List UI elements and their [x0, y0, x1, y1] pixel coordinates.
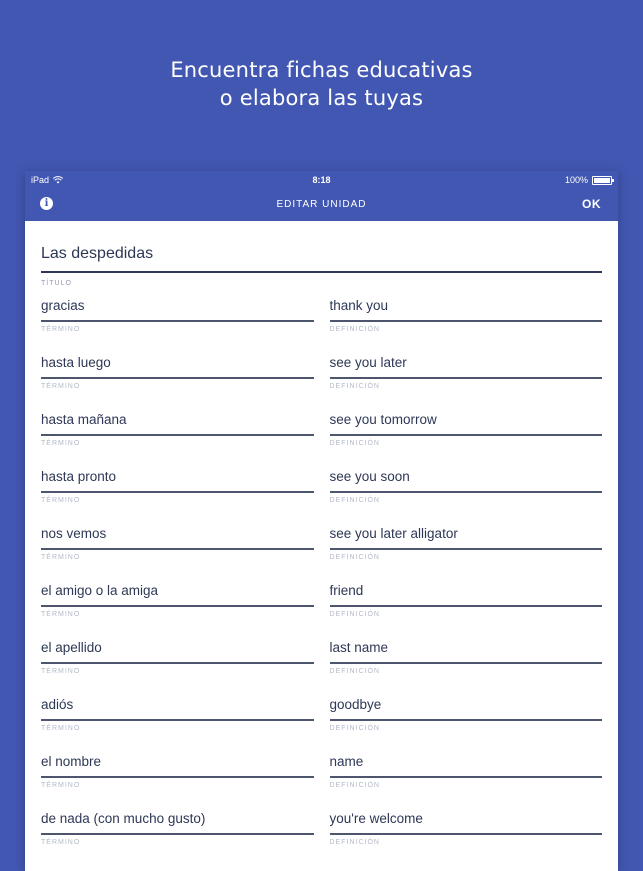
card-row: el apellido TÉRMINO last name DEFINICIÓN: [41, 634, 602, 691]
headline-line-1: Encuentra fichas educativas: [170, 58, 473, 82]
card-row: el nombre TÉRMINO name DEFINICIÓN: [41, 748, 602, 805]
definition-input[interactable]: see you later alligator: [329, 520, 602, 550]
definition-column: see you soon DEFINICIÓN: [329, 463, 602, 520]
definition-column: goodbye DEFINICIÓN: [329, 691, 602, 748]
definition-input[interactable]: goodbye: [329, 691, 602, 721]
term-label: TÉRMINO: [41, 725, 81, 732]
card-row: de nada (con mucho gusto) TÉRMINO you're w…: [41, 805, 602, 862]
definition-column: see you later DEFINICIÓN: [329, 349, 602, 406]
status-time: 8:18: [312, 175, 331, 185]
battery-percent: 100%: [564, 175, 588, 185]
definition-input[interactable]: last name: [329, 634, 602, 664]
term-input[interactable]: hasta mañana: [41, 406, 314, 436]
term-input[interactable]: gracias: [41, 292, 314, 322]
card-row: gracias TÉRMINO thank you DEFINICIÓN: [41, 292, 602, 349]
set-title-input[interactable]: Las despedidas: [41, 243, 602, 273]
term-label: TÉRMINO: [41, 611, 81, 618]
term-input[interactable]: el apellido: [41, 634, 314, 664]
definition-column: friend DEFINICIÓN: [329, 577, 602, 634]
term-column: hasta pronto TÉRMINO: [41, 463, 314, 520]
card-row: hasta pronto TÉRMINO see you soon DEFINICIÓ…: [41, 463, 602, 520]
definition-column: name DEFINICIÓN: [329, 748, 602, 805]
definition-input[interactable]: see you later: [329, 349, 602, 379]
term-column: el nombre TÉRMINO: [41, 748, 314, 805]
card-row: hasta luego TÉRMINO see you later DEFINICIÓ…: [41, 349, 602, 406]
term-label: TÉRMINO: [41, 839, 81, 846]
term-label: TÉRMINO: [41, 326, 81, 333]
term-column: gracias TÉRMINO: [41, 292, 314, 349]
definition-label: DEFINICIÓN: [329, 725, 380, 732]
term-label: TÉRMINO: [41, 383, 81, 390]
card-list: gracias TÉRMINO thank you DEFINICIÓN hasta l…: [41, 292, 602, 862]
definition-label: DEFINICIÓN: [329, 497, 380, 504]
term-input[interactable]: el nombre: [41, 748, 314, 778]
definition-label: DEFINICIÓN: [329, 839, 380, 846]
term-input[interactable]: hasta pronto: [41, 463, 314, 493]
definition-label: DEFINICIÓN: [329, 383, 380, 390]
device-screen: iPad 8:18 100% i EDITAR UNIDAD OK Las de…: [25, 171, 618, 871]
nav-bar: i EDITAR UNIDAD OK: [25, 189, 618, 221]
definition-column: see you later alligator DEFINICIÓN: [329, 520, 602, 577]
definition-input[interactable]: see you soon: [329, 463, 602, 493]
term-input[interactable]: adiós: [41, 691, 314, 721]
term-column: hasta luego TÉRMINO: [41, 349, 314, 406]
edit-form: Las despedidas TÍTULO gracias TÉRMINO than…: [25, 243, 618, 862]
term-label: TÉRMINO: [41, 668, 81, 675]
term-column: nos vemos TÉRMINO: [41, 520, 314, 577]
term-label: TÉRMINO: [41, 554, 81, 561]
definition-input[interactable]: name: [329, 748, 602, 778]
card-row: adiós TÉRMINO goodbye DEFINICIÓN: [41, 691, 602, 748]
term-label: TÉRMINO: [41, 782, 81, 789]
set-title-label: TÍTULO: [41, 280, 72, 287]
term-column: hasta mañana TÉRMINO: [41, 406, 314, 463]
definition-label: DEFINICIÓN: [329, 440, 380, 447]
term-input[interactable]: el amigo o la amiga: [41, 577, 314, 607]
definition-input[interactable]: thank you: [329, 292, 602, 322]
definition-column: you're welcome DEFINICIÓN: [329, 805, 602, 862]
term-input[interactable]: nos vemos: [41, 520, 314, 550]
term-input[interactable]: de nada (con mucho gusto): [41, 805, 314, 835]
definition-column: see you tomorrow DEFINICIÓN: [329, 406, 602, 463]
card-row: el amigo o la amiga TÉRMINO friend DEFINICI…: [41, 577, 602, 634]
card-row: nos vemos TÉRMINO see you later alligator D…: [41, 520, 602, 577]
card-row: hasta mañana TÉRMINO see you tomorrow DEFIN…: [41, 406, 602, 463]
term-column: el amigo o la amiga TÉRMINO: [41, 577, 314, 634]
promo-headline: Encuentra fichas educativas o elabora la…: [0, 56, 643, 112]
headline-line-2: o elabora las tuyas: [219, 86, 424, 110]
term-column: de nada (con mucho gusto) TÉRMINO: [41, 805, 314, 862]
term-label: TÉRMINO: [41, 497, 81, 504]
definition-input[interactable]: you're welcome: [329, 805, 602, 835]
definition-label: DEFINICIÓN: [329, 554, 380, 561]
term-label: TÉRMINO: [41, 440, 81, 447]
definition-label: DEFINICIÓN: [329, 326, 380, 333]
term-column: el apellido TÉRMINO: [41, 634, 314, 691]
definition-input[interactable]: see you tomorrow: [329, 406, 602, 436]
definition-label: DEFINICIÓN: [329, 611, 380, 618]
definition-column: last name DEFINICIÓN: [329, 634, 602, 691]
status-bar: iPad 8:18 100%: [25, 171, 618, 189]
nav-title: EDITAR UNIDAD: [276, 199, 367, 210]
battery-icon: [592, 175, 614, 185]
term-input[interactable]: hasta luego: [41, 349, 314, 379]
definition-label: DEFINICIÓN: [329, 668, 380, 675]
definition-column: thank you DEFINICIÓN: [329, 292, 602, 349]
definition-input[interactable]: friend: [329, 577, 602, 607]
ok-button[interactable]: OK: [582, 197, 601, 211]
term-column: adiós TÉRMINO: [41, 691, 314, 748]
definition-label: DEFINICIÓN: [329, 782, 380, 789]
